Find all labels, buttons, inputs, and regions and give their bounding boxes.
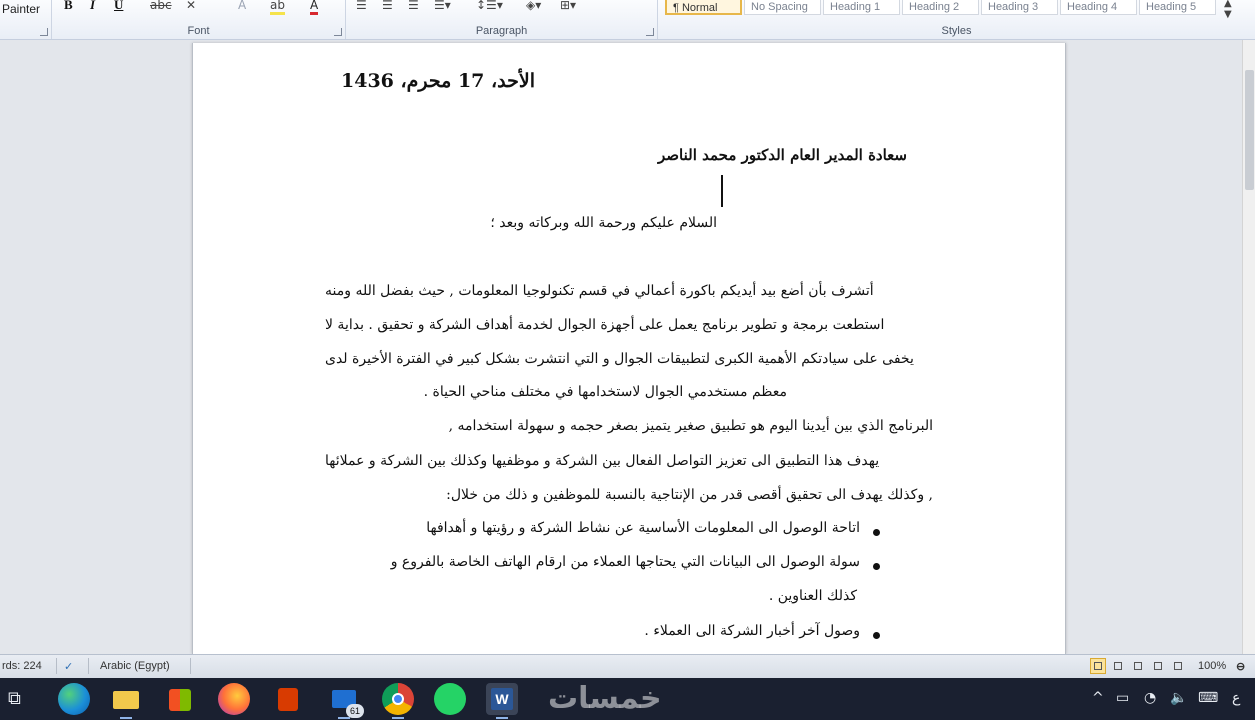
body-line: يهدف هذا التطبيق الى تعزيز التواصل الفعا… [325, 453, 880, 469]
bullet-text: وصول آخر أخبار الشركة الى العملاء . [644, 623, 860, 639]
scrollbar-thumb[interactable] [1245, 70, 1254, 190]
chrome-icon[interactable] [382, 683, 414, 719]
style-heading-3[interactable]: Heading 3 [981, 0, 1058, 15]
style-heading-4[interactable]: Heading 4 [1060, 0, 1137, 15]
zoom-out-icon[interactable]: ⊖ [1236, 660, 1245, 673]
whatsapp-icon[interactable] [434, 683, 466, 715]
office-icon[interactable] [272, 683, 304, 715]
style-heading-5[interactable]: Heading 5 [1139, 0, 1216, 15]
bullet-marker [873, 632, 880, 639]
status-bar: rds: 224 ✓ Arabic (Egypt) 100% ⊖ [0, 654, 1255, 678]
style-normal[interactable]: ¶ Normal [665, 0, 742, 15]
tray-overflow-icon[interactable]: ^ [1092, 690, 1104, 706]
font-color-icon[interactable]: A [310, 0, 319, 15]
word-app-icon[interactable]: W [486, 683, 518, 719]
document-area: الأحد، 17 محرم، 1436 سعادة المدير العام … [0, 40, 1255, 654]
underline-button[interactable]: U [114, 0, 123, 13]
styles-scroll-icon[interactable]: ▲ ▼ [1224, 0, 1232, 20]
align-right-icon[interactable]: ☰ [408, 0, 419, 12]
task-view-icon[interactable]: ⧉ [8, 688, 21, 709]
wifi-icon[interactable]: ◔ [1144, 690, 1156, 706]
zoom-level[interactable]: 100% [1198, 660, 1226, 672]
bullet-text: سولة الوصول الى البيانات التي يحتاجها ال… [390, 554, 860, 570]
word-count[interactable]: rds: 224 [2, 660, 42, 672]
paragraph-group-label: Paragraph [475, 25, 528, 37]
file-explorer-icon[interactable] [110, 683, 142, 719]
mail-unread-badge: 61 [346, 704, 364, 718]
status-separator [88, 658, 89, 674]
line-spacing-icon[interactable]: ↕☰▾ [476, 0, 503, 12]
ribbon: Painter B I U abc ✕ A ab A Font ☰ ☰ ☰ ☰▾… [0, 0, 1255, 40]
borders-icon[interactable]: ⊞▾ [560, 0, 576, 12]
full-screen-reading-view-icon[interactable] [1110, 658, 1126, 674]
battery-icon[interactable]: ▭ [1116, 690, 1129, 706]
keyboard-icon[interactable]: ⌨ [1198, 690, 1218, 706]
styles-group: ¶ Normal No Spacing Heading 1 Heading 2 … [658, 0, 1255, 39]
letter-date: الأحد، 17 محرم، 1436 [341, 70, 535, 92]
font-group: B I U abc ✕ A ab A Font [52, 0, 346, 39]
bullet-text: اتاحة الوصول الى المعلومات الأساسية عن ن… [426, 520, 860, 536]
style-heading-1[interactable]: Heading 1 [823, 0, 900, 15]
clipboard-group: Painter [0, 0, 52, 39]
paragraph-group: ☰ ☰ ☰ ☰▾ ↕☰▾ ◈▾ ⊞▾ Paragraph [346, 0, 658, 39]
draft-view-icon[interactable] [1170, 658, 1186, 674]
edge-browser-icon[interactable] [58, 683, 90, 715]
firefox-icon[interactable] [218, 683, 250, 715]
body-line: البرنامج الذي بين أيدينا اليوم هو تطبيق … [448, 418, 933, 434]
site-watermark: خمسات [548, 681, 662, 716]
format-painter-button[interactable]: Painter [2, 2, 40, 16]
align-left-icon[interactable]: ☰ [356, 0, 367, 12]
body-line: يخفى على سيادتكم الأهمية الكبرى لتطبيقات… [325, 351, 914, 367]
proofing-icon[interactable]: ✓ [64, 660, 73, 673]
web-layout-view-icon[interactable] [1130, 658, 1146, 674]
body-line: أتشرف بأن أضع بيد أيديكم باكورة أعمالي ف… [325, 283, 874, 299]
vertical-scrollbar[interactable] [1242, 40, 1255, 654]
outline-view-icon[interactable] [1150, 658, 1166, 674]
strikethrough-icon[interactable]: abc [150, 0, 172, 12]
print-layout-view-icon[interactable] [1090, 658, 1106, 674]
body-line: معظم مستخدمي الجوال لاستخدامها في مختلف … [423, 384, 787, 400]
bullet-continuation: كذلك العناوين . [768, 588, 857, 604]
clipboard-dialog-launcher[interactable] [40, 28, 48, 36]
paragraph-dialog-launcher[interactable] [646, 28, 654, 36]
windows-taskbar: ⧉ 61 W خمسات ^ ▭ ◔ 🔈 ⌨ ع [0, 678, 1255, 720]
bullet-marker [873, 563, 880, 570]
store-icon[interactable] [164, 683, 196, 715]
mail-icon[interactable]: 61 [328, 683, 364, 719]
letter-recipient: سعادة المدير العام الدكتور محمد الناصر [658, 146, 907, 164]
align-center-icon[interactable]: ☰ [382, 0, 393, 12]
italic-button[interactable]: I [90, 0, 95, 13]
style-heading-2[interactable]: Heading 2 [902, 0, 979, 15]
justify-icon[interactable]: ☰▾ [434, 0, 451, 12]
shading-icon[interactable]: ◈▾ [526, 0, 541, 12]
language-indicator[interactable]: Arabic (Egypt) [100, 660, 170, 672]
document-page[interactable]: الأحد، 17 محرم، 1436 سعادة المدير العام … [192, 43, 1066, 654]
text-cursor [721, 175, 723, 207]
body-line: , وكذلك يهدف الى تحقيق أقصى قدر من الإنت… [446, 487, 933, 503]
style-no-spacing[interactable]: No Spacing [744, 0, 821, 15]
font-dialog-launcher[interactable] [334, 28, 342, 36]
volume-icon[interactable]: 🔈 [1170, 690, 1187, 706]
status-separator [56, 658, 57, 674]
bullet-marker [873, 529, 880, 536]
font-group-label: Font [187, 25, 210, 37]
clear-formatting-icon[interactable]: ✕ [186, 0, 196, 12]
letter-greeting: السلام عليكم ورحمة الله وبركاته وبعد ؛ [490, 215, 717, 231]
styles-group-label: Styles [941, 25, 972, 37]
text-effects-icon[interactable]: A [238, 0, 246, 12]
bold-button[interactable]: B [64, 0, 73, 13]
highlight-color-icon[interactable]: ab [270, 0, 285, 15]
body-line: استطعت برمجة و تطوير برنامج يعمل على أجه… [325, 317, 885, 333]
status-separator [190, 658, 191, 674]
input-language-indicator[interactable]: ع [1232, 690, 1240, 706]
